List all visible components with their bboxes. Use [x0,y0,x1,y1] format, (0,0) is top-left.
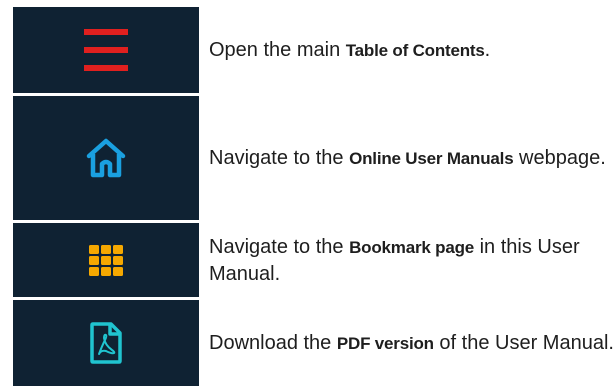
description-text: webpage. [513,146,606,169]
home-icon [86,138,126,178]
legend-description: Download the PDF version of the User Man… [209,300,616,386]
legend-description: Navigate to the Bookmark page in this Us… [209,223,616,297]
description-text: Navigate to the [209,146,350,169]
legend-description: Open the main Table of Contents. [209,7,616,93]
description-bold: PDF version [336,333,434,353]
description-text: of the User Manual. [433,331,614,354]
menu-hamburger-icon [84,29,128,71]
description-text: . [484,38,491,61]
legend-description: Navigate to the Online User Manuals webp… [209,96,616,220]
description-text: Download the [209,331,337,354]
pdf-file-icon [90,322,122,364]
description-text: Navigate to the [209,235,350,258]
home-button[interactable] [13,96,199,220]
pdf-download-button[interactable] [13,300,199,386]
grid-icon [89,244,123,276]
bookmark-button[interactable] [13,223,199,297]
description-bold: Bookmark page [349,237,475,257]
description-bold: Table of Contents [345,40,485,60]
description-bold: Online User Manuals [349,148,514,168]
menu-button[interactable] [13,7,199,93]
description-text: Open the main [209,38,346,61]
